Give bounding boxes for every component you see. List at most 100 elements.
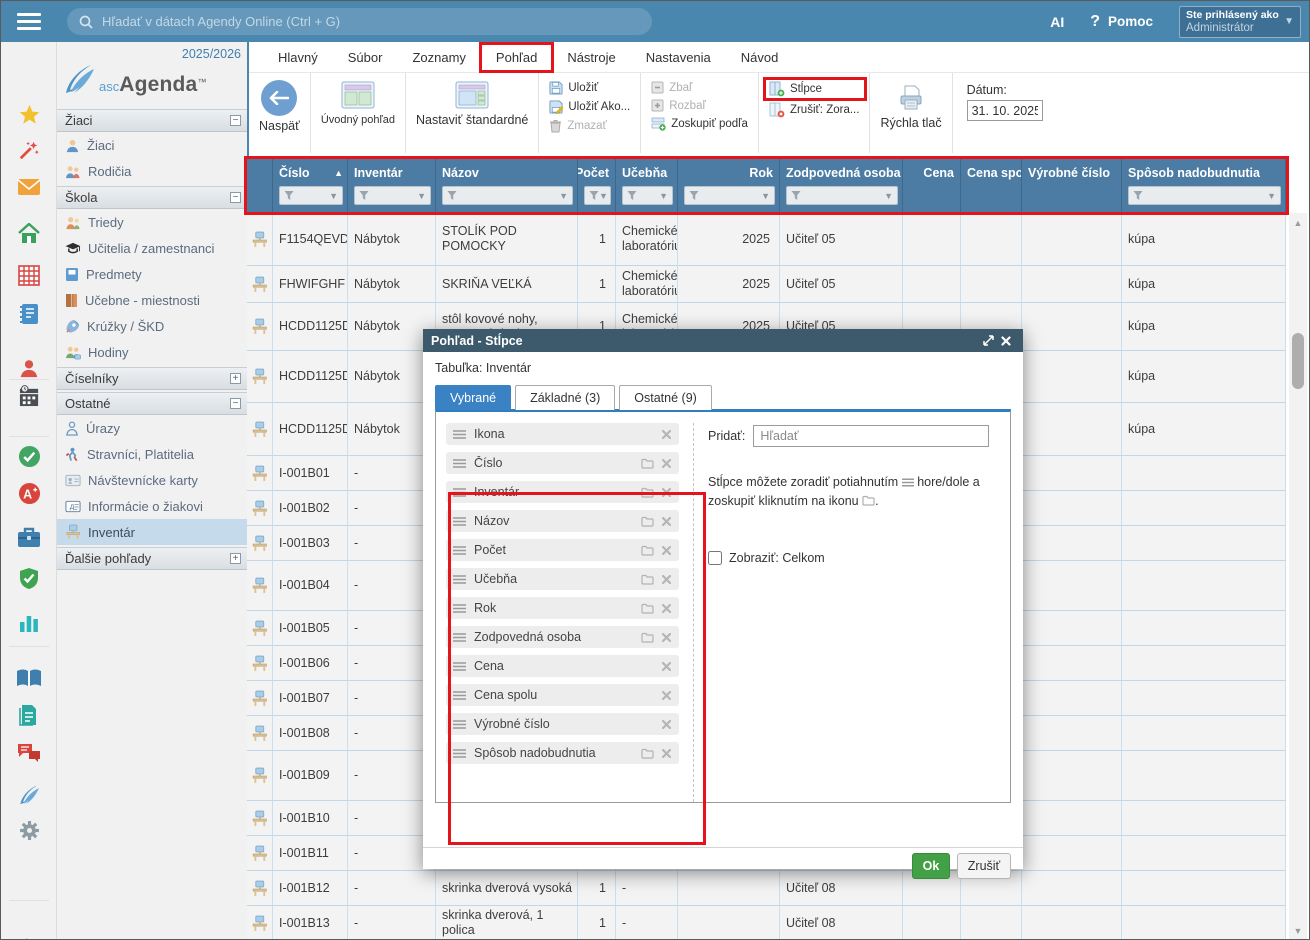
sidebar-item-krúžky-škd[interactable]: Krúžky / ŠKD [57,313,247,339]
remove-column-icon[interactable] [662,546,671,555]
remove-column-icon[interactable] [662,459,671,468]
dialog-titlebar[interactable]: Pohľad - Stĺpce [423,329,1023,352]
group-folder-icon[interactable] [641,574,654,585]
filter-dropdown[interactable]: ▼ [442,186,573,205]
sidebar-item-triedy[interactable]: Triedy [57,209,247,235]
expand-section-icon[interactable]: + [230,373,241,384]
help-button[interactable]: ? Pomoc [1090,13,1153,31]
column-pill-inventár[interactable]: Inventár [446,481,679,503]
scrollbar-thumb[interactable] [1292,333,1304,389]
drag-handle-icon[interactable] [453,546,466,555]
timetable-icon[interactable] [1,265,57,286]
tab-zakladne[interactable]: Základné (3) [515,385,615,410]
sidebar-item-inventár[interactable]: Inventár [57,519,247,545]
menu-pohlad[interactable]: Pohľad [481,46,552,69]
expand-button[interactable]: Rozbaľ [651,99,748,112]
table-row[interactable]: F1154QEVDNábytokSTOLÍK POD POMOCKY1Chemi… [247,213,1286,266]
column-pill-ikona[interactable]: Ikona [446,423,679,445]
set-standard-button[interactable]: Nastaviť štandardné [416,77,528,127]
column-header-cena-spolu[interactable]: Cena spolu [961,159,1022,213]
sidebar-item-úrazy[interactable]: Úrazy [57,415,247,441]
menu-hlavny[interactable]: Hlavný [263,46,333,69]
drag-handle-icon[interactable] [453,662,466,671]
column-pill-rok[interactable]: Rok [446,597,679,619]
column-pill-cena-spolu[interactable]: Cena spolu [446,684,679,706]
table-row[interactable]: I-001B13-skrinka dverová, 1 polica1-Učit… [247,906,1286,940]
remove-column-icon[interactable] [662,604,671,613]
column-header-číslo[interactable]: Číslo▲▼ [273,159,348,213]
sidebar-section--seln-ky[interactable]: Číselníky+ [57,367,247,390]
columns-button[interactable]: Stĺpce [769,81,860,97]
remove-column-icon[interactable] [662,691,671,700]
sidebar-item-informácie-o-žiakovi[interactable]: ДInformácie o žiakovi [57,493,247,519]
asc-pen-icon[interactable] [1,784,57,807]
table-row[interactable]: FHWIFGHFNábytokSKRIŇA VEĽKÁ1Chemické lab… [247,266,1286,303]
drag-handle-icon[interactable] [453,691,466,700]
column-pill-počet[interactable]: Počet [446,539,679,561]
sidebar-section--al-ie-poh-ady[interactable]: Ďalšie pohľady+ [57,547,247,570]
quick-print-button[interactable]: Rýchla tlač [880,77,941,130]
sidebar-item-učebne-miestnosti[interactable]: Učebne - miestnosti [57,287,247,313]
favorites-star-icon[interactable] [1,103,57,126]
column-pill-výrobné-číslo[interactable]: Výrobné číslo [446,713,679,735]
column-pill-číslo[interactable]: Číslo [446,452,679,474]
sidebar-section-ostatn-[interactable]: Ostatné− [57,392,247,415]
notebook-icon[interactable] [1,303,57,325]
column-pill-zodpovedná-osoba[interactable]: Zodpovedná osoba [446,626,679,648]
expand-section-icon[interactable]: + [230,553,241,564]
drag-handle-icon[interactable] [453,459,466,468]
group-folder-icon[interactable] [641,632,654,643]
column-header-inventár[interactable]: Inventár▼ [348,159,436,213]
group-by-button[interactable]: Zoskupiť podľa [651,117,748,131]
check-circle-icon[interactable] [1,445,57,468]
column-header-spôsob-nadobudnutia[interactable]: Spôsob nadobudnutia▼ [1122,159,1286,213]
menu-nastroje[interactable]: Nástroje [552,46,630,69]
filter-dropdown[interactable]: ▼ [786,186,898,205]
sidebar-item-predmety[interactable]: Predmety [57,261,247,287]
collapse-button[interactable]: Zbaľ [651,81,748,94]
show-total-checkbox[interactable] [708,551,722,565]
collapse-section-icon[interactable]: − [230,398,241,409]
home-icon[interactable] [1,223,57,244]
drag-handle-icon[interactable] [453,430,466,439]
person-icon[interactable] [1,357,57,379]
cancel-sort-button[interactable]: Zrušiť: Zora... [769,102,860,118]
sidebar-item-hodiny[interactable]: Hodiny [57,339,247,365]
column-header-názov[interactable]: Názov▼ [436,159,578,213]
group-folder-icon[interactable] [641,516,654,527]
filter-dropdown[interactable]: ▼ [684,186,775,205]
filter-dropdown[interactable]: ▼ [584,186,611,205]
group-folder-icon[interactable] [641,545,654,556]
column-pill-názov[interactable]: Názov [446,510,679,532]
group-folder-icon[interactable] [641,458,654,469]
scroll-down-icon[interactable]: ▼ [1289,923,1307,939]
column-pill-cena[interactable]: Cena [446,655,679,677]
collapse-section-icon[interactable]: − [230,115,241,126]
group-folder-icon[interactable] [641,487,654,498]
remove-column-icon[interactable] [662,575,671,584]
remove-column-icon[interactable] [662,633,671,642]
shield-check-icon[interactable] [1,567,57,590]
drag-handle-icon[interactable] [453,720,466,729]
save-button[interactable]: Uložiť [549,81,630,95]
column-header-počet[interactable]: Počet▼ [578,159,616,213]
group-folder-icon[interactable] [641,748,654,759]
drag-handle-icon[interactable] [453,604,466,613]
filter-dropdown[interactable]: ▼ [279,186,343,205]
filter-dropdown[interactable]: ▼ [1128,186,1281,205]
open-book-icon[interactable] [1,668,57,688]
collapse-section-icon[interactable]: − [230,192,241,203]
bar-chart-icon[interactable] [1,612,57,632]
drag-handle-icon[interactable] [453,633,466,642]
column-pill-učebňa[interactable]: Učebňa [446,568,679,590]
menu-navod[interactable]: Návod [726,46,794,69]
save-as-button[interactable]: Uložiť Ako... [549,100,630,114]
remove-column-icon[interactable] [662,720,671,729]
global-search[interactable] [67,8,652,35]
close-icon[interactable] [997,332,1015,350]
add-column-search-input[interactable] [753,425,989,447]
filter-dropdown[interactable]: ▼ [622,186,673,205]
briefcase-icon[interactable] [1,527,57,548]
documents-icon[interactable] [1,704,57,726]
user-menu[interactable]: Ste prihlásený ako Administrátor ▼ [1179,6,1301,38]
